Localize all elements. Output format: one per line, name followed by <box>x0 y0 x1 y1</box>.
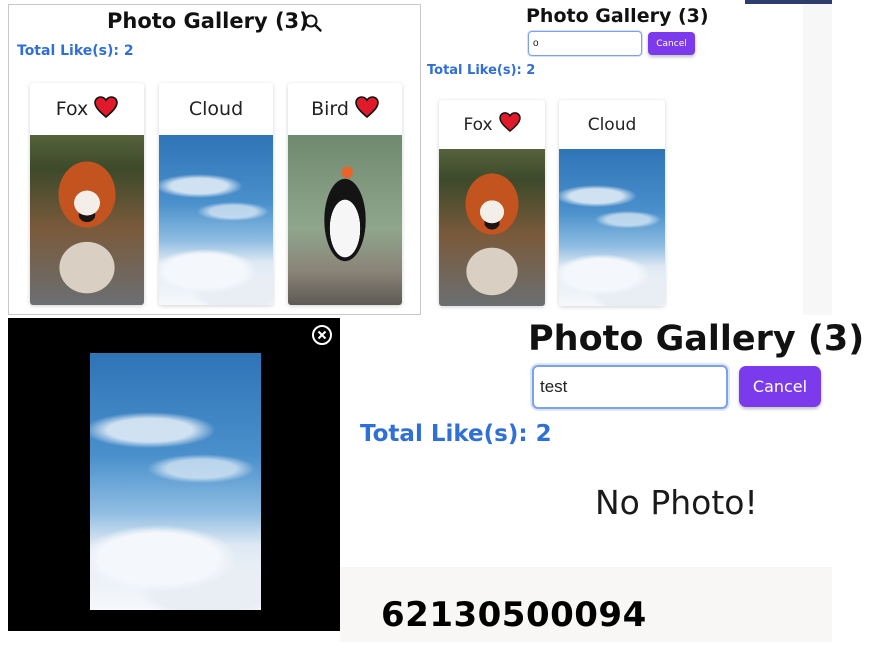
card-label-row: Cloud <box>559 100 665 149</box>
photo-fox[interactable] <box>439 149 545 306</box>
empty-result-panel: Photo Gallery (3) Cancel Total Like(s): … <box>340 315 892 567</box>
total-likes: Total Like(s): 2 <box>360 421 552 447</box>
no-photo-message: No Photo! <box>595 483 758 522</box>
page-title: Photo Gallery (3) <box>528 319 865 359</box>
gallery-panel: Photo Gallery (3) Total Like(s): 2 Fox C… <box>8 4 421 315</box>
photo-card-cloud[interactable]: Cloud <box>559 100 665 306</box>
enlarged-photo-cloud <box>90 353 261 610</box>
photo-cloud[interactable] <box>159 135 273 305</box>
search-input[interactable] <box>532 365 728 409</box>
card-label-row: Bird <box>288 83 402 135</box>
page-title: Photo Gallery (3) <box>107 9 309 33</box>
close-icon[interactable] <box>312 325 332 345</box>
heart-icon[interactable] <box>355 95 379 123</box>
card-label-row: Fox <box>30 83 144 135</box>
heart-icon[interactable] <box>94 95 119 123</box>
student-id-strip: 62130500094 <box>340 567 832 642</box>
card-label: Fox <box>55 98 89 120</box>
cancel-button[interactable]: Cancel <box>739 366 821 407</box>
cancel-button[interactable]: Cancel <box>648 32 695 55</box>
total-likes: Total Like(s): 2 <box>427 63 536 78</box>
photo-bird[interactable] <box>288 135 402 305</box>
search-icon[interactable] <box>303 13 323 33</box>
photo-card-cloud[interactable]: Cloud <box>159 83 273 305</box>
photo-card-bird[interactable]: Bird <box>288 83 402 305</box>
heart-icon[interactable] <box>498 112 521 137</box>
photo-fox[interactable] <box>30 135 144 305</box>
filtered-gallery-panel: Photo Gallery (3) Cancel Total Like(s): … <box>421 0 803 315</box>
page-title: Photo Gallery (3) <box>526 5 709 27</box>
card-label: Cloud <box>188 98 244 120</box>
card-label-row: Fox <box>439 100 545 149</box>
student-id: 62130500094 <box>381 595 647 635</box>
card-label-row: Cloud <box>159 83 273 135</box>
photo-cloud[interactable] <box>559 149 665 306</box>
card-label: Cloud <box>587 114 637 135</box>
window-edge <box>745 0 832 4</box>
total-likes: Total Like(s): 2 <box>17 43 134 59</box>
background-strip <box>803 0 832 315</box>
card-label: Bird <box>311 98 349 120</box>
photo-viewer <box>8 318 340 631</box>
photo-card-fox[interactable]: Fox <box>30 83 144 305</box>
card-label: Fox <box>463 114 493 135</box>
photo-card-fox[interactable]: Fox <box>439 100 545 306</box>
search-input[interactable] <box>528 31 642 56</box>
